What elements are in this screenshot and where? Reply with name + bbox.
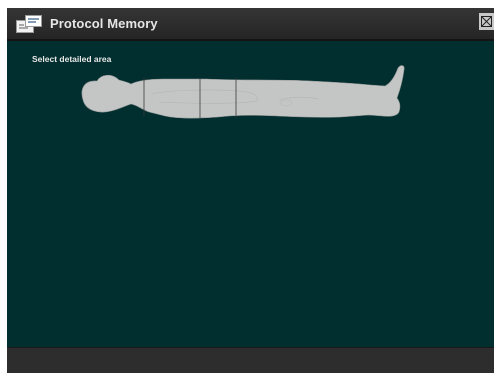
bottom-bar [7,347,494,373]
title-bar: Protocol Memory [7,8,494,41]
body-figure [81,65,405,119]
body-outline[interactable] [81,65,405,119]
content-area: Select detailed area [7,41,494,347]
window-title: Protocol Memory [50,16,158,31]
close-button[interactable] [479,13,494,30]
protocol-memory-icon [16,15,42,33]
protocol-memory-window: Protocol Memory Select detailed area [7,8,494,373]
close-icon [479,13,494,30]
